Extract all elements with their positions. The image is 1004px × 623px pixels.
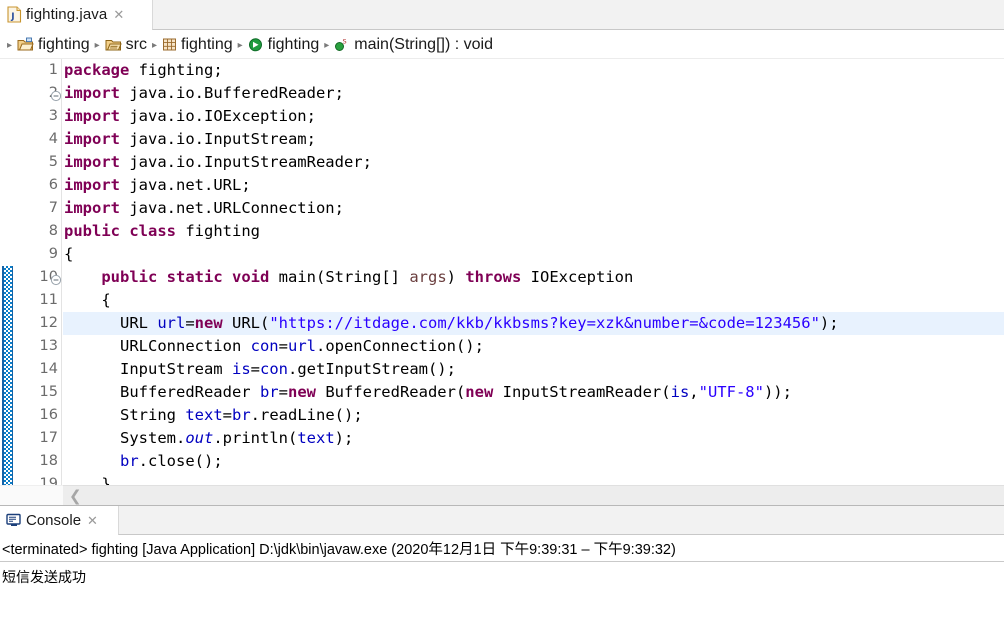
line-number[interactable]: 5 bbox=[14, 151, 61, 174]
console-monitor-icon bbox=[6, 513, 22, 528]
code-line[interactable]: System.out.println(text); bbox=[63, 427, 1004, 450]
console-tab-strip-empty bbox=[118, 506, 1004, 535]
breadcrumb-item-method-label: main(String[]) : void bbox=[354, 35, 493, 53]
breadcrumb-item-src-label: src bbox=[125, 35, 147, 53]
line-number[interactable]: 4 bbox=[14, 128, 61, 151]
console-tab[interactable]: Console ✕ bbox=[0, 506, 118, 535]
changed-lines-marker bbox=[2, 266, 13, 496]
svg-text:S: S bbox=[343, 37, 347, 45]
project-folder-icon bbox=[17, 37, 34, 52]
line-number[interactable]: 8 bbox=[14, 220, 61, 243]
code-line[interactable]: { bbox=[63, 243, 1004, 266]
fold-collapse-icon[interactable] bbox=[50, 87, 62, 102]
code-line[interactable]: import java.io.InputStream; bbox=[63, 128, 1004, 151]
chevron-left-icon[interactable]: ❮ bbox=[69, 487, 82, 505]
breadcrumb-item-class-label: fighting bbox=[267, 35, 320, 53]
close-icon[interactable]: ✕ bbox=[87, 514, 98, 527]
code-line[interactable]: import java.net.URL; bbox=[63, 174, 1004, 197]
line-number[interactable]: 2 bbox=[14, 82, 62, 105]
console-launch-header: <terminated> fighting [Java Application]… bbox=[0, 535, 1004, 562]
code-text-area[interactable]: package fighting; import java.io.Buffered… bbox=[63, 59, 1004, 505]
svg-text:J: J bbox=[10, 12, 14, 22]
code-line[interactable]: URLConnection con=url.openConnection(); bbox=[63, 335, 1004, 358]
code-line[interactable]: import java.io.IOException; bbox=[63, 105, 1004, 128]
breadcrumb-lead-arrow[interactable]: ▸ bbox=[5, 40, 14, 51]
console-view: Console ✕ <terminated> fighting [Java Ap… bbox=[0, 505, 1004, 623]
code-line[interactable]: public class fighting bbox=[63, 220, 1004, 243]
line-number[interactable]: 10 bbox=[14, 266, 62, 289]
code-line[interactable]: { bbox=[63, 289, 1004, 312]
line-number[interactable]: 12 bbox=[14, 312, 61, 335]
close-icon[interactable]: ✕ bbox=[113, 8, 124, 21]
line-number[interactable]: 6 bbox=[14, 174, 61, 197]
code-line[interactable]: String text=br.readLine(); bbox=[63, 404, 1004, 427]
console-output-text: 短信发送成功 bbox=[2, 569, 86, 585]
change-marker-bar bbox=[0, 59, 14, 505]
class-icon bbox=[248, 37, 264, 53]
breadcrumb-item-src[interactable]: src bbox=[105, 36, 147, 54]
editor-tab-fighting-java[interactable]: J fighting.java ✕ bbox=[0, 0, 152, 30]
console-tab-label: Console bbox=[26, 512, 82, 529]
breadcrumb: ▸ fighting ▸ src ▸ fighting ▸ fighting ▸… bbox=[0, 31, 1004, 59]
console-tab-bar: Console ✕ bbox=[0, 506, 1004, 535]
line-number-gutter[interactable]: 12345678910111213141516171819 bbox=[14, 59, 62, 505]
java-file-icon: J bbox=[7, 5, 22, 23]
line-number[interactable]: 14 bbox=[14, 358, 61, 381]
line-number[interactable]: 18 bbox=[14, 450, 61, 473]
code-editor[interactable]: 12345678910111213141516171819 package fi… bbox=[0, 59, 1004, 505]
method-static-icon: S bbox=[334, 37, 350, 53]
code-line[interactable]: public static void main(String[] args) t… bbox=[63, 266, 1004, 289]
line-number[interactable]: 13 bbox=[14, 335, 61, 358]
code-line[interactable]: InputStream is=con.getInputStream(); bbox=[63, 358, 1004, 381]
source-folder-icon bbox=[105, 37, 122, 52]
line-number[interactable]: 9 bbox=[14, 243, 61, 266]
line-number[interactable]: 11 bbox=[14, 289, 61, 312]
editor-tab-label: fighting.java bbox=[26, 5, 108, 23]
editor-tab-strip-empty bbox=[152, 0, 1004, 30]
line-number[interactable]: 17 bbox=[14, 427, 61, 450]
code-line[interactable]: import java.io.InputStreamReader; bbox=[63, 151, 1004, 174]
breadcrumb-separator: ▸ bbox=[324, 39, 330, 51]
breadcrumb-item-method[interactable]: S main(String[]) : void bbox=[334, 36, 493, 54]
horizontal-scrollbar[interactable]: ❮ bbox=[63, 485, 1004, 505]
editor-tab-bar: J fighting.java ✕ bbox=[0, 0, 1004, 30]
breadcrumb-item-package[interactable]: fighting bbox=[162, 36, 233, 54]
line-number[interactable]: 7 bbox=[14, 197, 61, 220]
code-line[interactable]: URL url=new URL("https://itdage.com/kkb/… bbox=[63, 312, 1004, 335]
breadcrumb-item-project[interactable]: fighting bbox=[17, 36, 90, 54]
breadcrumb-separator: ▸ bbox=[237, 39, 243, 51]
code-line[interactable]: import java.net.URLConnection; bbox=[63, 197, 1004, 220]
breadcrumb-separator: ▸ bbox=[151, 39, 158, 51]
line-number[interactable]: 15 bbox=[14, 381, 61, 404]
breadcrumb-item-project-label: fighting bbox=[38, 35, 90, 53]
breadcrumb-separator: ▸ bbox=[94, 39, 100, 51]
line-number[interactable]: 1 bbox=[14, 59, 61, 82]
breadcrumb-item-package-label: fighting bbox=[181, 35, 233, 53]
breadcrumb-item-class[interactable]: fighting bbox=[248, 35, 320, 54]
fold-collapse-icon[interactable] bbox=[50, 271, 62, 286]
code-line[interactable]: import java.io.BufferedReader; bbox=[63, 82, 1004, 105]
code-line[interactable]: BufferedReader br=new BufferedReader(new… bbox=[63, 381, 1004, 404]
editor-bottom-left-corner bbox=[0, 485, 63, 505]
line-number[interactable]: 3 bbox=[14, 105, 61, 128]
code-line[interactable]: package fighting; bbox=[63, 59, 1004, 82]
package-icon bbox=[162, 37, 177, 52]
code-line[interactable]: br.close(); bbox=[63, 450, 1004, 473]
line-number[interactable]: 16 bbox=[14, 404, 61, 427]
